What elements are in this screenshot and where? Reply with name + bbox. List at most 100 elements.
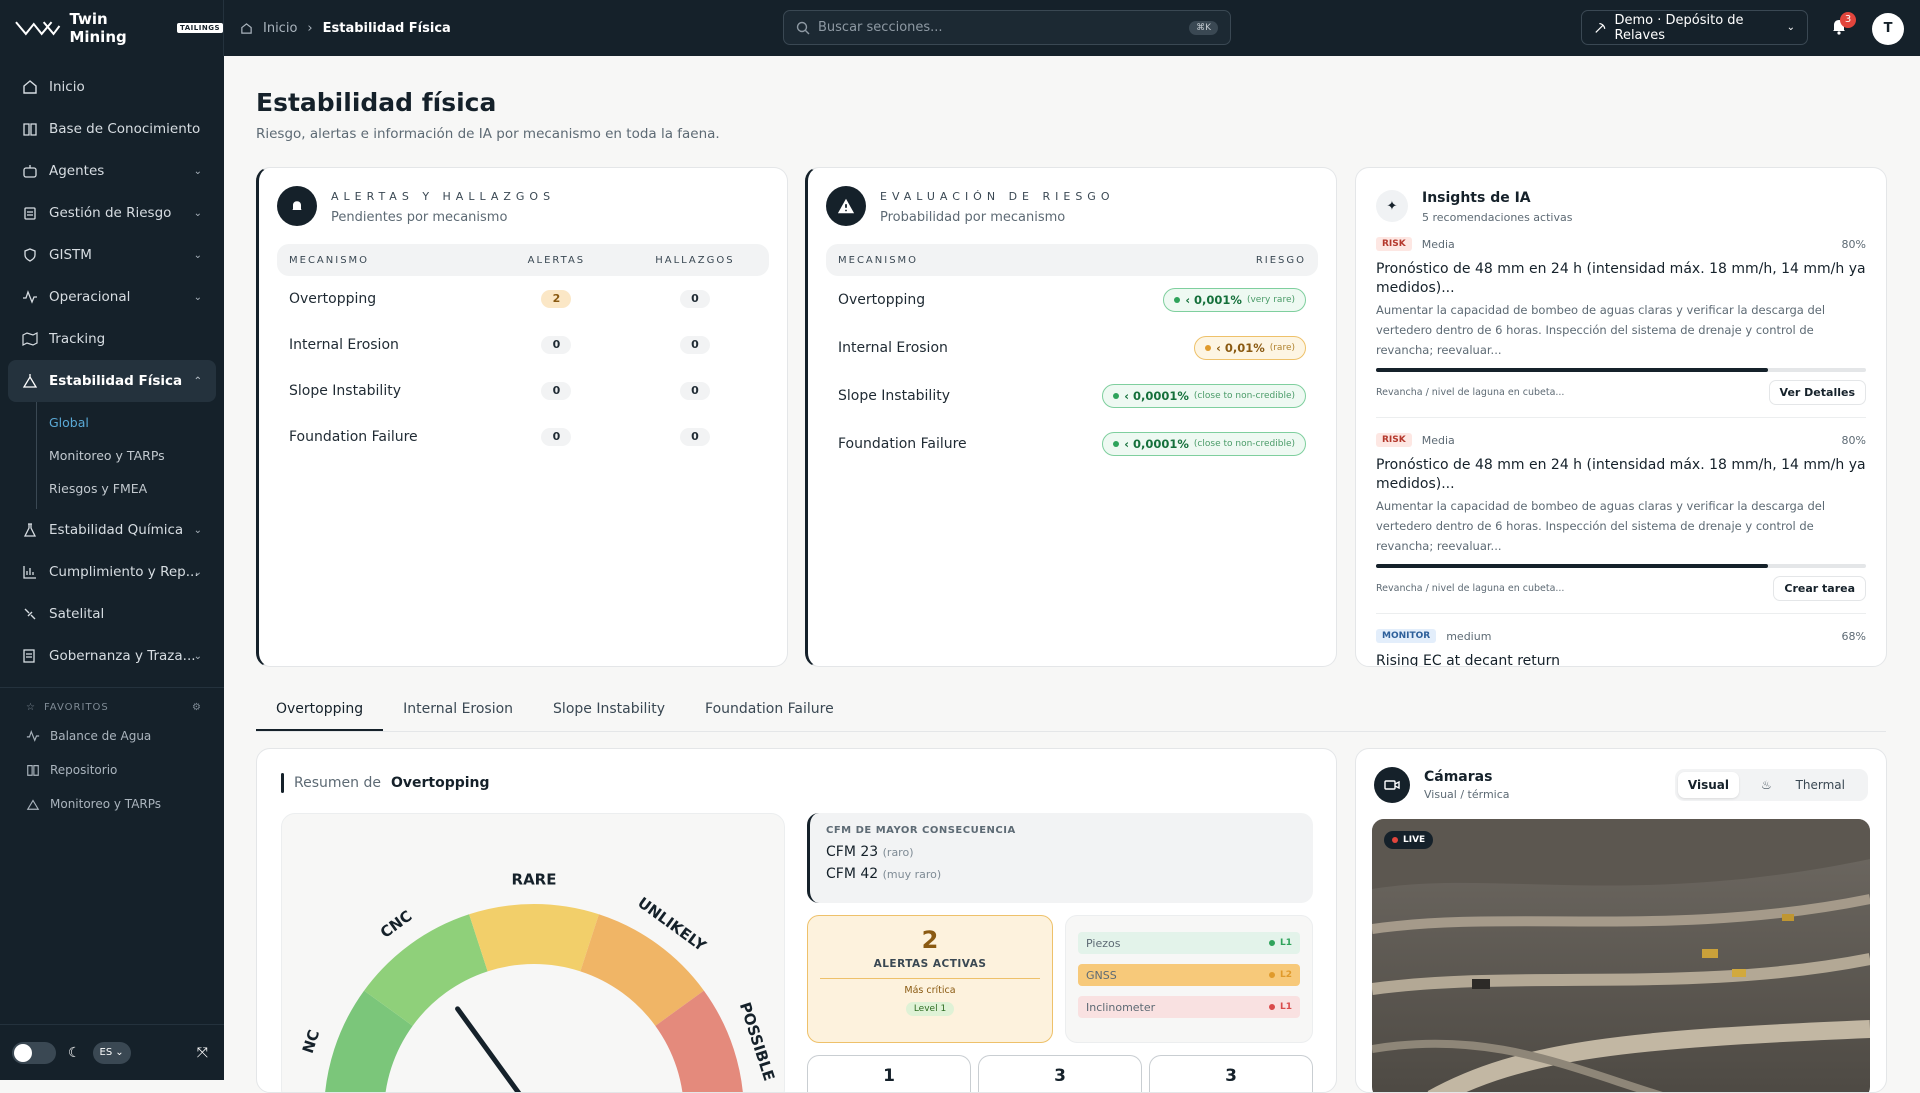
sidebar-item-cumplimiento[interactable]: Cumplimiento y Rep... ⌄ bbox=[0, 551, 224, 593]
insight-item[interactable]: MONITOR medium 68% Rising EC at decant ret… bbox=[1356, 626, 1886, 666]
sensor-row[interactable]: Inclinometer L1 bbox=[1078, 996, 1300, 1018]
sidebar-item-label: Tracking bbox=[49, 331, 106, 347]
sidebar-item-gobernanza[interactable]: Gobernanza y Traza... ⌄ bbox=[0, 635, 224, 677]
brand-name: Twin Mining bbox=[69, 10, 127, 46]
breadcrumb: Inicio › Estabilidad Física bbox=[240, 21, 451, 36]
table-row[interactable]: Slope Instability 0 0 bbox=[277, 368, 769, 414]
subnav-item-monitoreo[interactable]: Monitoreo y TARPs bbox=[37, 439, 224, 472]
sidebar-item-label: Estabilidad Física bbox=[49, 373, 183, 389]
insight-severity: medium bbox=[1446, 629, 1492, 643]
search-shortcut: ⌘K bbox=[1189, 20, 1218, 35]
insight-item[interactable]: RISK Media 80% Pronóstico de 48 mm en 24 h… bbox=[1356, 430, 1886, 601]
status-dot bbox=[1174, 297, 1181, 303]
table-row[interactable]: Overtopping ‹ 0,001% (very rare) bbox=[826, 276, 1318, 324]
cfm-label: CFM 23 bbox=[826, 844, 879, 860]
sidebar-item-estabilidad-fisica[interactable]: Estabilidad Física ⌃ bbox=[8, 360, 216, 402]
settings-icon[interactable]: ⚙ bbox=[192, 702, 202, 713]
sidebar-item-knowledge-base[interactable]: Base de Conocimiento bbox=[0, 108, 224, 150]
summary-card: Resumen de Overtopping NC CNC RARE UNLIKELY… bbox=[256, 748, 1337, 1093]
sensor-row[interactable]: GNSS L2 bbox=[1078, 964, 1300, 986]
insight-tag: RISK bbox=[1376, 237, 1412, 251]
sidebar-item-tracking[interactable]: Tracking bbox=[0, 318, 224, 360]
gauge-segment bbox=[469, 904, 599, 972]
risk-note: (close to non-credible) bbox=[1193, 391, 1295, 401]
page-title: Estabilidad física bbox=[256, 88, 497, 117]
ai-insights-card: ✦ Insights de IA 5 recomendaciones activ… bbox=[1355, 167, 1887, 667]
table-row[interactable]: Foundation Failure 0 0 bbox=[277, 414, 769, 460]
risk-badge: ‹ 0,01% (rare) bbox=[1194, 336, 1306, 360]
chevron-down-icon: ⌄ bbox=[193, 650, 202, 662]
sensor-name: GNSS bbox=[1086, 968, 1117, 982]
mechanism-name: Foundation Failure bbox=[838, 436, 967, 452]
level-badge: Level 1 bbox=[905, 1002, 955, 1016]
insight-confidence: 68% bbox=[1841, 629, 1866, 643]
insight-source: Revancha / nivel de laguna en cubeta... bbox=[1376, 583, 1565, 594]
map-icon bbox=[22, 332, 38, 346]
subnav-item-global[interactable]: Global bbox=[37, 406, 224, 439]
camera-feed[interactable]: LIVE bbox=[1372, 819, 1870, 1092]
site-selector[interactable]: Demo · Depósito de Relaves ⌄ bbox=[1581, 10, 1808, 45]
collapse-sidebar-icon[interactable]: ⤧ bbox=[197, 1045, 208, 1061]
view-details-button[interactable]: Ver Detalles bbox=[1768, 380, 1866, 405]
sensor-level: L2 bbox=[1269, 970, 1292, 980]
search-input[interactable]: Buscar secciones... ⌘K bbox=[783, 10, 1231, 45]
gauge-label: RARE bbox=[512, 871, 557, 889]
most-critical-label: Más crítica bbox=[904, 985, 956, 996]
live-label: LIVE bbox=[1403, 835, 1426, 845]
summary-title: Resumen de Overtopping bbox=[257, 749, 1336, 793]
notifications-button[interactable]: 3 bbox=[1829, 12, 1856, 38]
mode-visual-button[interactable]: Visual bbox=[1677, 772, 1739, 798]
sidebar-item-agentes[interactable]: Agentes ⌄ bbox=[0, 150, 224, 192]
mode-thermal-button[interactable]: ♨ Thermal bbox=[1741, 772, 1865, 798]
mini-count-card[interactable]: 3 bbox=[1149, 1055, 1313, 1092]
site-selector-label: Demo · Depósito de Relaves bbox=[1614, 12, 1744, 43]
table-row[interactable]: Overtopping 2 0 bbox=[277, 276, 769, 322]
chevron-down-icon: ⌄ bbox=[193, 207, 202, 219]
app-logo[interactable]: Twin Mining TAILINGS bbox=[0, 0, 224, 56]
create-task-button[interactable]: Crear tarea bbox=[1773, 576, 1866, 601]
sidebar-item-operacional[interactable]: Operacional ⌄ bbox=[0, 276, 224, 318]
moon-icon: ☾ bbox=[68, 1044, 81, 1061]
sidebar-item-estabilidad-quimica[interactable]: Estabilidad Química ⌄ bbox=[0, 509, 224, 551]
breadcrumb-home[interactable]: Inicio bbox=[263, 21, 297, 36]
subnav-item-riesgos[interactable]: Riesgos y FMEA bbox=[37, 472, 224, 505]
favorite-item-balance[interactable]: Balance de Agua bbox=[0, 719, 224, 753]
confidence-bar bbox=[1376, 564, 1866, 568]
tab-slope-instability[interactable]: Slope Instability bbox=[533, 690, 685, 731]
confidence-bar-fill bbox=[1376, 564, 1768, 568]
tab-foundation-failure[interactable]: Foundation Failure bbox=[685, 690, 854, 731]
tab-overtopping[interactable]: Overtopping bbox=[256, 690, 384, 731]
favorite-item-monitoreo[interactable]: Monitoreo y TARPs bbox=[0, 787, 224, 821]
cfm-consequence-box: CFM DE MAYOR CONSECUENCIA CFM 23 (raro) … bbox=[807, 813, 1313, 903]
active-alerts-box[interactable]: 2 ALERTAS ACTIVAS Más crítica Level 1 bbox=[807, 915, 1053, 1043]
table-row[interactable]: Slope Instability ‹ 0,0001% (close to non-… bbox=[826, 372, 1318, 420]
table-header: MECANISMO ALERTAS HALLAZGOS bbox=[277, 244, 769, 276]
tab-internal-erosion[interactable]: Internal Erosion bbox=[383, 690, 533, 731]
insight-item[interactable]: RISK Media 80% Pronóstico de 48 mm en 24 h… bbox=[1356, 234, 1886, 405]
sidebar-item-gistm[interactable]: GISTM ⌄ bbox=[0, 234, 224, 276]
sensor-name: Piezos bbox=[1086, 936, 1121, 950]
satellite-icon bbox=[24, 608, 36, 620]
sidebar-item-inicio[interactable]: Inicio bbox=[0, 66, 224, 108]
risk-note: (rare) bbox=[1269, 343, 1295, 353]
sidebar-item-label: Agentes bbox=[49, 163, 105, 179]
gauge-label: CNC bbox=[377, 907, 416, 942]
avatar[interactable]: T bbox=[1872, 13, 1904, 45]
table-row[interactable]: Internal Erosion ‹ 0,01% (rare) bbox=[826, 324, 1318, 372]
status-dot bbox=[1113, 441, 1120, 447]
chevron-right-icon: › bbox=[307, 20, 313, 36]
risk-badge: ‹ 0,0001% (close to non-credible) bbox=[1102, 432, 1306, 456]
language-selector[interactable]: ES ⌄ bbox=[92, 1041, 131, 1064]
sidebar-item-label: Gestión de Riesgo bbox=[49, 205, 172, 221]
sensor-row[interactable]: Piezos L1 bbox=[1078, 932, 1300, 954]
mini-count-card[interactable]: 1 bbox=[807, 1055, 971, 1092]
sidebar-item-satelital[interactable]: Satelital bbox=[0, 593, 224, 635]
table-row[interactable]: Internal Erosion 0 0 bbox=[277, 322, 769, 368]
theme-toggle[interactable] bbox=[12, 1041, 56, 1064]
favorite-item-repositorio[interactable]: Repositorio bbox=[0, 753, 224, 787]
mini-count-card[interactable]: 3 bbox=[978, 1055, 1142, 1092]
status-dot bbox=[1269, 1004, 1275, 1010]
table-row[interactable]: Foundation Failure ‹ 0,0001% (close to non… bbox=[826, 420, 1318, 468]
sidebar-item-gestion-riesgo[interactable]: Gestión de Riesgo ⌄ bbox=[0, 192, 224, 234]
chevron-down-icon: ⌄ bbox=[193, 524, 202, 536]
